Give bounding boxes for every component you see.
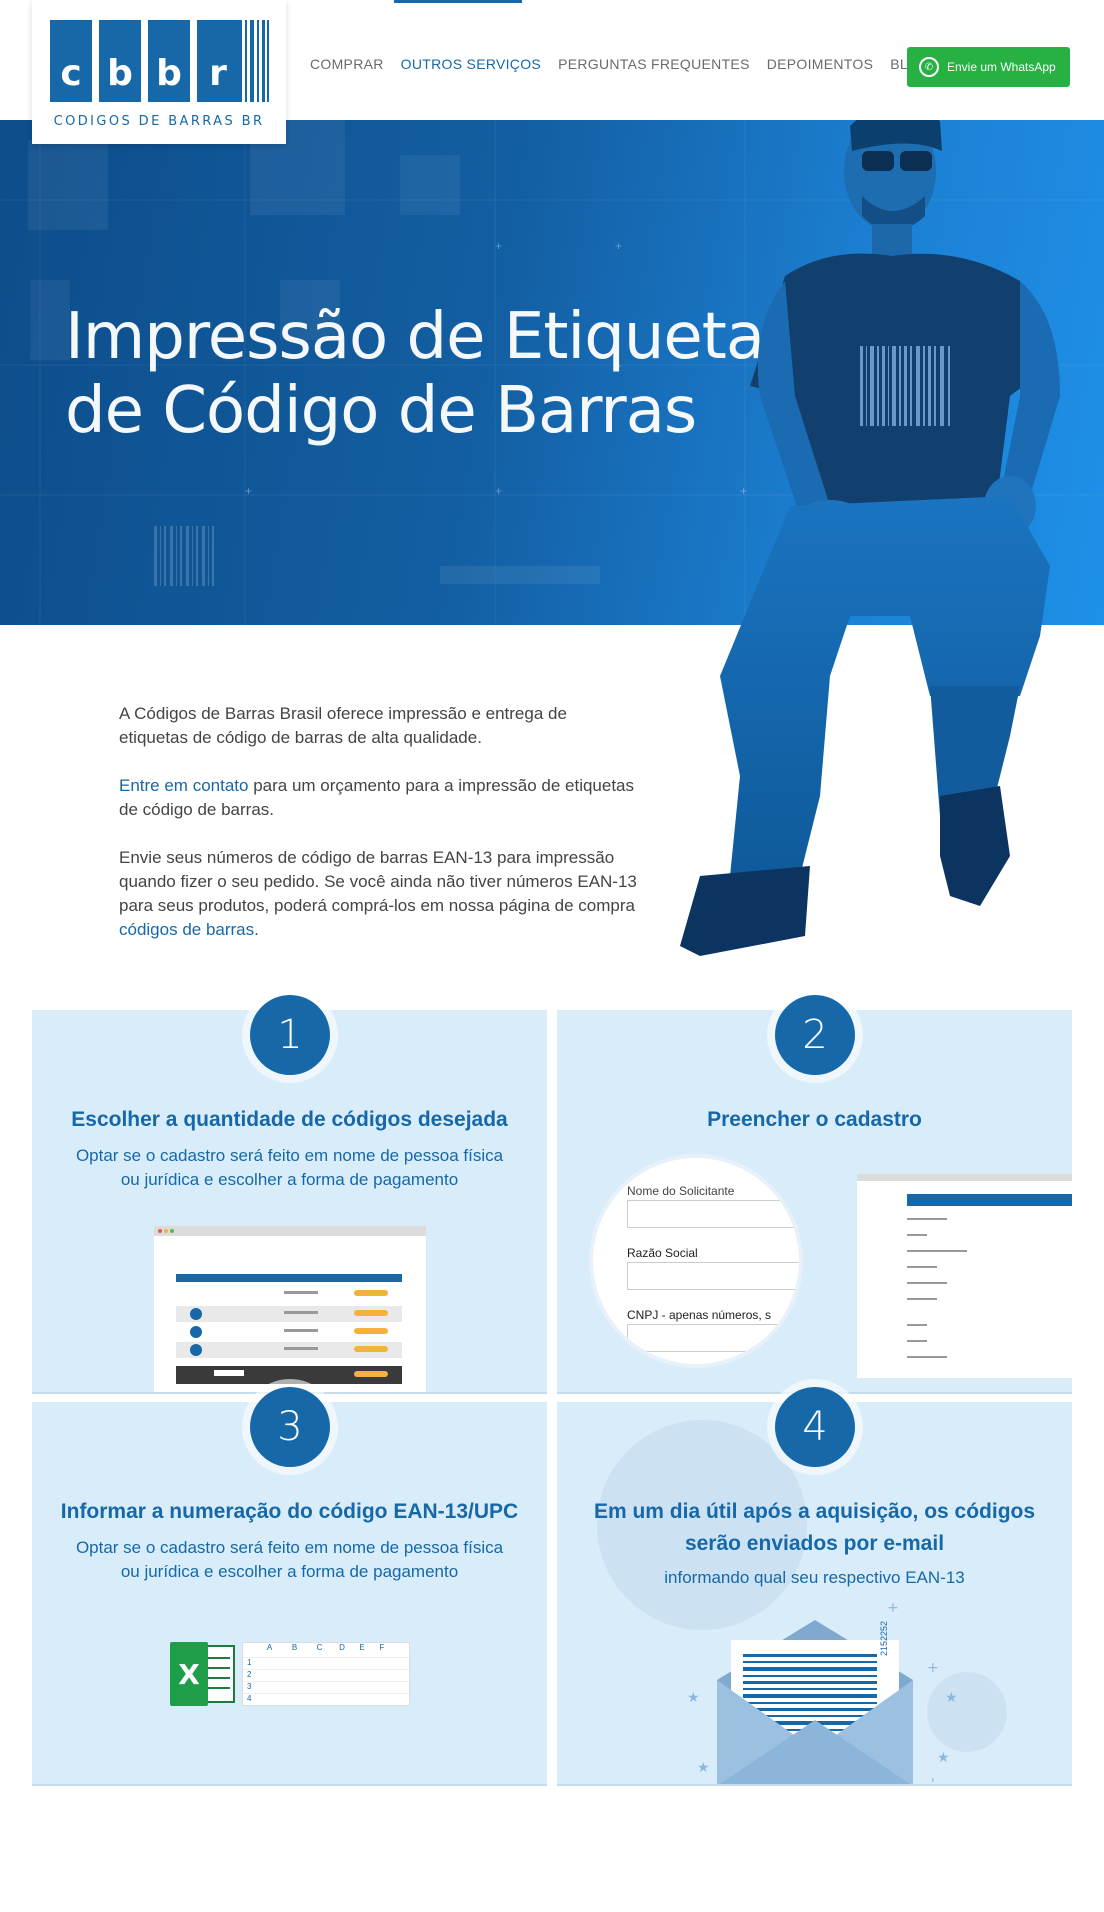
logo-letter-c: c bbox=[50, 20, 92, 102]
nav-active-indicator bbox=[394, 0, 522, 3]
barcodes-purchase-link[interactable]: códigos de barras bbox=[119, 920, 254, 939]
whatsapp-button-label: Envie um WhatsApp bbox=[947, 60, 1056, 74]
logo-letter-r: r bbox=[197, 20, 239, 102]
intro-paragraph-3: Envie seus números de código de barras E… bbox=[119, 846, 639, 942]
step-4-title-line2: serão enviados por e-mail bbox=[684, 1532, 945, 1555]
svg-text:+: + bbox=[245, 484, 252, 498]
model-photo bbox=[680, 104, 1060, 956]
nav-item-depoimentos[interactable]: DEPOIMENTOS bbox=[767, 56, 874, 72]
step-1-number-badge: 1 bbox=[250, 995, 330, 1075]
svg-text:+: + bbox=[615, 239, 622, 253]
sheet-col-e: E bbox=[359, 1643, 365, 1652]
form-label-solicitante: Nome do Solicitante bbox=[627, 1184, 735, 1198]
whatsapp-button[interactable]: ✆ Envie um WhatsApp bbox=[907, 47, 1070, 87]
whatsapp-icon: ✆ bbox=[919, 57, 939, 77]
sheet-col-a: A bbox=[266, 1643, 273, 1652]
intro-paragraph-3-end: . bbox=[254, 920, 259, 939]
step-3-desc-line2: ou jurídica e escolher a forma de pagame… bbox=[120, 1562, 459, 1581]
sheet-col-b: B bbox=[291, 1643, 298, 1652]
step-3-number-badge: 3 bbox=[250, 1387, 330, 1467]
svg-text:X: X bbox=[178, 1658, 200, 1691]
sheet-col-f: F bbox=[379, 1643, 385, 1652]
step-1-title: Escolher a quantidade de códigos desejad… bbox=[71, 1108, 508, 1131]
intro-paragraph-3-text: Envie seus números de código de barras E… bbox=[119, 848, 637, 915]
step-2-form-magnifier: Nome do Solicitante Razão Social CNPJ - … bbox=[589, 1154, 803, 1368]
step-1-desc-line2: ou jurídica e escolher a forma de pagame… bbox=[120, 1170, 459, 1189]
step-2-title: Preencher o cadastro bbox=[707, 1108, 922, 1131]
nav-item-outros-servicos[interactable]: OUTROS SERVIÇOS bbox=[401, 56, 541, 72]
sheet-row-4: 4 bbox=[243, 1693, 409, 1705]
logo-letter-b1: b bbox=[99, 20, 141, 102]
sheet-row-3: 3 bbox=[243, 1681, 409, 1693]
nav-item-perguntas-frequentes[interactable]: PERGUNTAS FREQUENTES bbox=[558, 56, 750, 72]
form-label-cnpj: CNPJ - apenas números, s bbox=[627, 1308, 772, 1322]
svg-text:+: + bbox=[495, 484, 502, 498]
step-4-title-line1: Em um dia útil após a aquisição, os códi… bbox=[593, 1500, 1036, 1523]
spreadsheet-illustration: A B C D E F 1 2 3 4 bbox=[242, 1642, 410, 1706]
sheet-row-2: 2 bbox=[243, 1669, 409, 1681]
intro-paragraph-1: A Códigos de Barras Brasil oferece impre… bbox=[119, 704, 567, 747]
step-2-number-badge: 2 bbox=[775, 995, 855, 1075]
contact-link[interactable]: Entre em contato bbox=[119, 776, 248, 795]
step-3-title: Informar a numeração do código EAN-13/UP… bbox=[60, 1500, 519, 1523]
spreadsheet-header-row: A B C D E F bbox=[243, 1643, 409, 1657]
site-logo[interactable]: c b b r CODIGOS DE BARRAS BR bbox=[32, 0, 286, 144]
step-3-desc-line1: Optar se o cadastro será feito em nome d… bbox=[75, 1538, 504, 1557]
svg-text:+: + bbox=[927, 1660, 939, 1676]
svg-text:★: ★ bbox=[697, 1760, 710, 1776]
form-label-razao-social: Razão Social bbox=[627, 1246, 698, 1260]
svg-text:★: ★ bbox=[687, 1690, 700, 1706]
step-2-form-illustration bbox=[857, 1174, 1072, 1378]
svg-text:★: ★ bbox=[945, 1690, 958, 1706]
svg-text:★: ★ bbox=[937, 1750, 950, 1766]
step-4-number-badge: 4 bbox=[775, 1387, 855, 1467]
svg-text:+: + bbox=[927, 1775, 939, 1782]
sheet-col-c: C bbox=[316, 1643, 323, 1652]
form-input-solicitante[interactable] bbox=[627, 1200, 799, 1228]
step-1-desc-line1: Optar se o cadastro será feito em nome d… bbox=[75, 1146, 504, 1165]
svg-text:+: + bbox=[495, 239, 502, 253]
main-nav: COMPRAR OUTROS SERVIÇOS PERGUNTAS FREQUE… bbox=[310, 56, 947, 72]
page: + + + + + + Impressão de Etiquetas de Código … bbox=[0, 0, 1104, 1912]
logo-letter-b2: b bbox=[148, 20, 190, 102]
form-input-razao-social[interactable] bbox=[627, 1262, 799, 1290]
logo-barcode-mark bbox=[238, 20, 269, 102]
step-4-decorative-stars: ★★★★++++ bbox=[687, 1600, 958, 1782]
logo-subtitle: CODIGOS DE BARRAS BR bbox=[53, 114, 265, 129]
sheet-col-d: D bbox=[339, 1643, 345, 1652]
intro-text: A Códigos de Barras Brasil oferece impre… bbox=[119, 702, 639, 966]
nav-item-comprar[interactable]: COMPRAR bbox=[310, 56, 384, 72]
intro-paragraph-2: Entre em contato para um orçamento para … bbox=[119, 774, 639, 822]
form-input-cnpj[interactable] bbox=[627, 1324, 799, 1352]
logo-letters: c b b r bbox=[50, 20, 239, 102]
sheet-row-1: 1 bbox=[243, 1657, 409, 1669]
excel-icon: X bbox=[170, 1642, 235, 1706]
svg-text:+: + bbox=[887, 1600, 899, 1616]
step-1-browser-illustration bbox=[154, 1226, 426, 1392]
